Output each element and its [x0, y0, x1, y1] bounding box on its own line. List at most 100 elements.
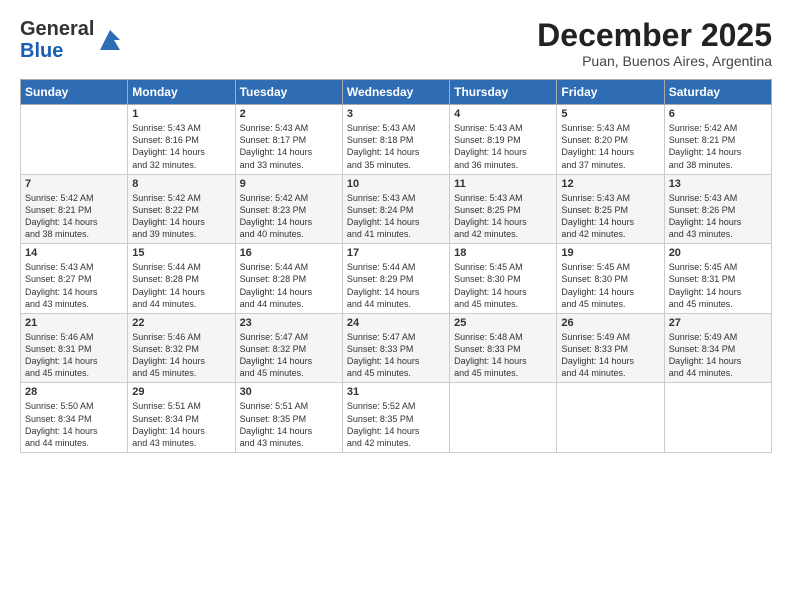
- sunrise-text: Sunrise: 5:48 AM: [454, 331, 552, 343]
- sunrise-text: Sunrise: 5:43 AM: [347, 122, 445, 134]
- day-number: 2: [240, 108, 338, 120]
- daylight-minutes: and 41 minutes.: [347, 228, 445, 240]
- daylight-minutes: and 44 minutes.: [561, 367, 659, 379]
- sunrise-text: Sunrise: 5:44 AM: [132, 261, 230, 273]
- header: General Blue December 2025 Puan, Buenos …: [20, 18, 772, 69]
- sunset-text: Sunset: 8:28 PM: [132, 273, 230, 285]
- daylight-hours: Daylight: 14 hours: [454, 286, 552, 298]
- daylight-hours: Daylight: 14 hours: [347, 146, 445, 158]
- sunset-text: Sunset: 8:21 PM: [669, 134, 767, 146]
- sunset-text: Sunset: 8:24 PM: [347, 204, 445, 216]
- logo-general: General: [20, 18, 94, 40]
- sunrise-text: Sunrise: 5:43 AM: [240, 122, 338, 134]
- sunset-text: Sunset: 8:34 PM: [132, 413, 230, 425]
- table-row: 9Sunrise: 5:42 AMSunset: 8:23 PMDaylight…: [235, 174, 342, 244]
- daylight-hours: Daylight: 14 hours: [132, 286, 230, 298]
- daylight-hours: Daylight: 14 hours: [240, 146, 338, 158]
- day-info: Sunrise: 5:52 AMSunset: 8:35 PMDaylight:…: [347, 400, 445, 449]
- table-row: 27Sunrise: 5:49 AMSunset: 8:34 PMDayligh…: [664, 313, 771, 383]
- daylight-hours: Daylight: 14 hours: [347, 355, 445, 367]
- daylight-hours: Daylight: 14 hours: [240, 355, 338, 367]
- daylight-minutes: and 45 minutes.: [561, 298, 659, 310]
- day-number: 27: [669, 317, 767, 329]
- daylight-hours: Daylight: 14 hours: [240, 286, 338, 298]
- daylight-minutes: and 45 minutes.: [25, 367, 123, 379]
- sunset-text: Sunset: 8:26 PM: [669, 204, 767, 216]
- col-friday: Friday: [557, 80, 664, 105]
- sunset-text: Sunset: 8:28 PM: [240, 273, 338, 285]
- day-number: 25: [454, 317, 552, 329]
- day-number: 11: [454, 178, 552, 190]
- sunrise-text: Sunrise: 5:45 AM: [561, 261, 659, 273]
- month-title: December 2025: [537, 18, 772, 53]
- table-row: 8Sunrise: 5:42 AMSunset: 8:22 PMDaylight…: [128, 174, 235, 244]
- sunrise-text: Sunrise: 5:44 AM: [240, 261, 338, 273]
- day-number: 1: [132, 108, 230, 120]
- day-info: Sunrise: 5:44 AMSunset: 8:29 PMDaylight:…: [347, 261, 445, 310]
- col-saturday: Saturday: [664, 80, 771, 105]
- table-row: 7Sunrise: 5:42 AMSunset: 8:21 PMDaylight…: [21, 174, 128, 244]
- col-wednesday: Wednesday: [342, 80, 449, 105]
- sunrise-text: Sunrise: 5:43 AM: [347, 192, 445, 204]
- sunset-text: Sunset: 8:35 PM: [347, 413, 445, 425]
- table-row: 16Sunrise: 5:44 AMSunset: 8:28 PMDayligh…: [235, 244, 342, 314]
- day-info: Sunrise: 5:43 AMSunset: 8:19 PMDaylight:…: [454, 122, 552, 171]
- day-info: Sunrise: 5:44 AMSunset: 8:28 PMDaylight:…: [132, 261, 230, 310]
- sunrise-text: Sunrise: 5:42 AM: [240, 192, 338, 204]
- table-row: 21Sunrise: 5:46 AMSunset: 8:31 PMDayligh…: [21, 313, 128, 383]
- sunset-text: Sunset: 8:33 PM: [347, 343, 445, 355]
- daylight-minutes: and 43 minutes.: [132, 437, 230, 449]
- table-row: 26Sunrise: 5:49 AMSunset: 8:33 PMDayligh…: [557, 313, 664, 383]
- daylight-minutes: and 43 minutes.: [669, 228, 767, 240]
- day-number: 21: [25, 317, 123, 329]
- day-number: 30: [240, 386, 338, 398]
- day-info: Sunrise: 5:44 AMSunset: 8:28 PMDaylight:…: [240, 261, 338, 310]
- day-number: 23: [240, 317, 338, 329]
- daylight-minutes: and 42 minutes.: [561, 228, 659, 240]
- table-row: 29Sunrise: 5:51 AMSunset: 8:34 PMDayligh…: [128, 383, 235, 453]
- sunrise-text: Sunrise: 5:47 AM: [240, 331, 338, 343]
- table-row: 10Sunrise: 5:43 AMSunset: 8:24 PMDayligh…: [342, 174, 449, 244]
- day-info: Sunrise: 5:46 AMSunset: 8:32 PMDaylight:…: [132, 331, 230, 380]
- daylight-hours: Daylight: 14 hours: [561, 146, 659, 158]
- calendar-week-row: 7Sunrise: 5:42 AMSunset: 8:21 PMDaylight…: [21, 174, 772, 244]
- day-info: Sunrise: 5:43 AMSunset: 8:16 PMDaylight:…: [132, 122, 230, 171]
- day-info: Sunrise: 5:51 AMSunset: 8:35 PMDaylight:…: [240, 400, 338, 449]
- logo: General Blue: [20, 18, 124, 62]
- table-row: [450, 383, 557, 453]
- day-number: 19: [561, 247, 659, 259]
- daylight-hours: Daylight: 14 hours: [669, 216, 767, 228]
- day-info: Sunrise: 5:43 AMSunset: 8:26 PMDaylight:…: [669, 192, 767, 241]
- daylight-minutes: and 35 minutes.: [347, 159, 445, 171]
- table-row: 20Sunrise: 5:45 AMSunset: 8:31 PMDayligh…: [664, 244, 771, 314]
- sunset-text: Sunset: 8:25 PM: [454, 204, 552, 216]
- sunrise-text: Sunrise: 5:47 AM: [347, 331, 445, 343]
- sunrise-text: Sunrise: 5:42 AM: [25, 192, 123, 204]
- day-number: 5: [561, 108, 659, 120]
- sunset-text: Sunset: 8:23 PM: [240, 204, 338, 216]
- day-info: Sunrise: 5:42 AMSunset: 8:21 PMDaylight:…: [669, 122, 767, 171]
- sunset-text: Sunset: 8:30 PM: [561, 273, 659, 285]
- col-monday: Monday: [128, 80, 235, 105]
- table-row: 1 Sunrise: 5:43 AMSunset: 8:16 PMDaylight…: [128, 105, 235, 175]
- day-number: 29: [132, 386, 230, 398]
- day-info: Sunrise: 5:43 AMSunset: 8:25 PMDaylight:…: [454, 192, 552, 241]
- daylight-minutes: and 37 minutes.: [561, 159, 659, 171]
- daylight-hours: Daylight: 14 hours: [669, 355, 767, 367]
- sunset-text: Sunset: 8:32 PM: [132, 343, 230, 355]
- day-number: 20: [669, 247, 767, 259]
- day-number: 6: [669, 108, 767, 120]
- col-tuesday: Tuesday: [235, 80, 342, 105]
- table-row: 15Sunrise: 5:44 AMSunset: 8:28 PMDayligh…: [128, 244, 235, 314]
- sunset-text: Sunset: 8:20 PM: [561, 134, 659, 146]
- title-block: December 2025 Puan, Buenos Aires, Argent…: [537, 18, 772, 69]
- day-info: Sunrise: 5:48 AMSunset: 8:33 PMDaylight:…: [454, 331, 552, 380]
- day-number: 8: [132, 178, 230, 190]
- logo-blue: Blue: [20, 40, 63, 62]
- day-info: Sunrise: 5:42 AMSunset: 8:23 PMDaylight:…: [240, 192, 338, 241]
- sunset-text: Sunset: 8:17 PM: [240, 134, 338, 146]
- sunrise-text: Sunrise: 5:43 AM: [454, 192, 552, 204]
- sunset-text: Sunset: 8:21 PM: [25, 204, 123, 216]
- daylight-minutes: and 38 minutes.: [25, 228, 123, 240]
- table-row: 30 Sunrise: 5:51 AMSunset: 8:35 PMDayligh…: [235, 383, 342, 453]
